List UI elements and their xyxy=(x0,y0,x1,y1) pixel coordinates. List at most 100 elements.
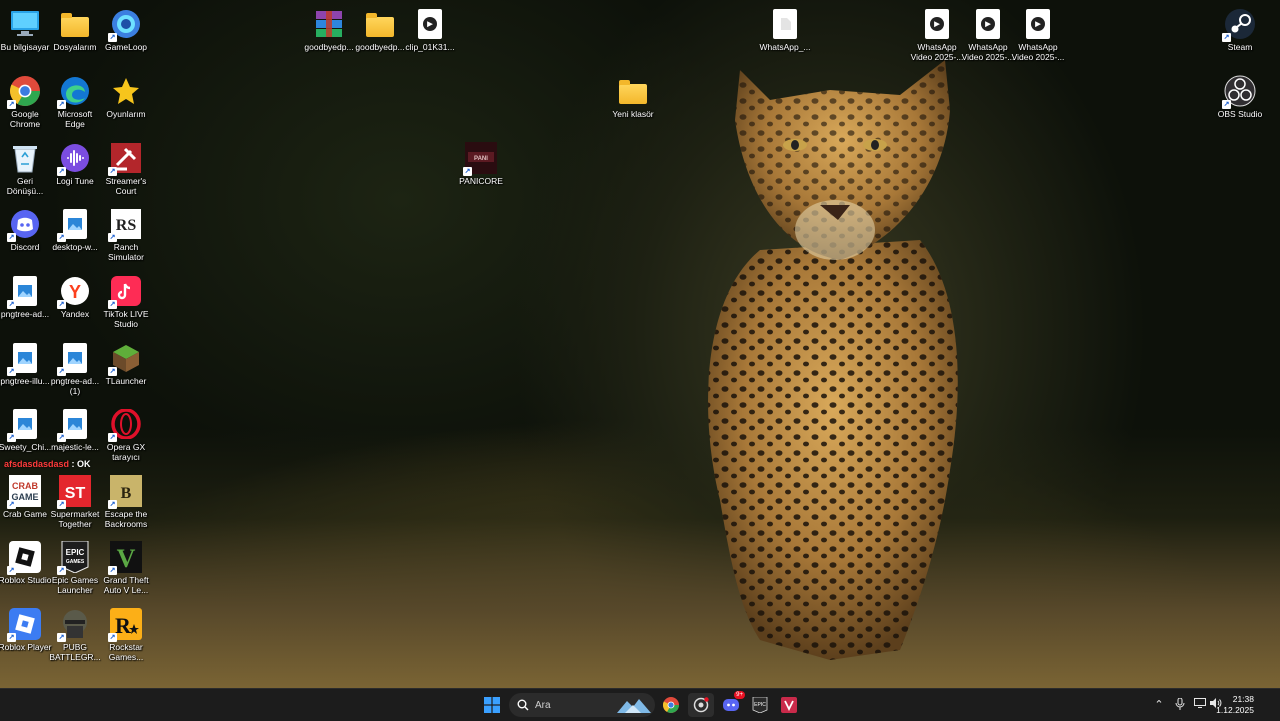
opera-gx-icon: ↗ xyxy=(108,408,142,442)
roblox-player-icon: ↗ xyxy=(7,608,41,642)
desktop-icon-panicore[interactable]: PANI ↗ PANICORE xyxy=(454,138,508,186)
desktop-icon-label: Steam xyxy=(1227,42,1253,52)
desktop-icon-label: Opera GX tarayıcı xyxy=(106,442,146,462)
shortcut-arrow-icon: ↗ xyxy=(7,433,16,442)
desktop-icon-wa-video-2[interactable]: ▶ WhatsApp Video 2025-... xyxy=(961,4,1015,62)
desktop-icon-label: Yandex xyxy=(60,309,90,319)
start-button[interactable] xyxy=(479,693,505,717)
shortcut-arrow-icon: ↗ xyxy=(108,433,117,442)
desktop-icon-label: OBS Studio xyxy=(1217,109,1263,119)
desktop-icon-steam[interactable]: ↗ Steam xyxy=(1213,4,1267,52)
desktop-icon-geri-donusum[interactable]: Geri Dönüşü... xyxy=(0,138,52,196)
desktop-icon-label: GameLoop xyxy=(104,42,148,52)
folder-icon xyxy=(617,75,649,107)
desktop-icon-wa-video-1[interactable]: ▶ WhatsApp Video 2025-... xyxy=(910,4,964,62)
tray-overflow-chevron-icon[interactable]: ⌃ xyxy=(1152,698,1166,712)
desktop-icon-ranch-simulator[interactable]: RS ↗ Ranch Simulator xyxy=(99,204,153,262)
desktop-icon-obs[interactable]: ↗ OBS Studio xyxy=(1213,71,1267,119)
shortcut-arrow-icon: ↗ xyxy=(7,633,16,642)
desktop-icon-edge[interactable]: ↗ Microsoft Edge xyxy=(48,71,102,129)
desktop-icon-pngtree-illu[interactable]: ↗ pngtree-illu... xyxy=(0,338,52,386)
desktop-icon-roblox-studio[interactable]: ↗ Roblox Studio xyxy=(0,537,52,585)
desktop-icon-desktop-w[interactable]: ↗ desktop-w... xyxy=(48,204,102,252)
overlay-status-text: afsdasdasdasd : OK xyxy=(4,459,91,469)
desktop-icon-supermarket[interactable]: ST ↗ Supermarket Together xyxy=(48,471,102,529)
desktop-icon-logi-tune[interactable]: ↗ Logi Tune xyxy=(48,138,102,186)
supermarket-icon: ST ↗ xyxy=(57,475,91,509)
desktop-icon-pngtree-ad[interactable]: ↗ pngtree-ad... xyxy=(0,271,52,319)
shortcut-arrow-icon: ↗ xyxy=(1222,33,1231,42)
desktop-icon-yandex[interactable]: Y ↗ Yandex xyxy=(48,271,102,319)
gta-icon: V ↗ xyxy=(108,541,142,575)
desktop-icon-pubg[interactable]: ↗ PUBG BATTLEGR... xyxy=(48,604,102,662)
desktop-icon-wa-video-3[interactable]: ▶ WhatsApp Video 2025-... xyxy=(1011,4,1065,62)
desktop-icon-label: Crab Game xyxy=(3,509,47,519)
desktop-icon-label: Ranch Simulator xyxy=(108,242,144,262)
desktop-icon-goodbyedp-1[interactable]: goodbyedp... xyxy=(302,4,356,52)
desktop-icon-tlauncher[interactable]: ↗ TLauncher xyxy=(99,338,153,386)
desktop-icon-escape-backrooms[interactable]: B ↗ Escape the Backrooms xyxy=(99,471,153,529)
taskbar-epic[interactable]: EPIC xyxy=(747,693,773,717)
desktop-icon-epic-games[interactable]: EPIC GAMES ↗ Epic Games Launcher xyxy=(48,537,102,595)
folder-icon xyxy=(59,8,91,40)
yandex-icon: Y ↗ xyxy=(57,275,91,309)
desktop-icon-streamers-court[interactable]: ↗ Streamer's Court xyxy=(99,138,153,196)
microphone-icon[interactable] xyxy=(1173,697,1187,712)
svg-text:PANI: PANI xyxy=(474,156,488,162)
desktop-icon-majestic-le[interactable]: ↗ majestic-le... xyxy=(48,404,102,452)
taskbar-search[interactable]: Ara xyxy=(509,693,655,717)
desktop-icon-opera-gx[interactable]: ↗ Opera GX tarayıcı xyxy=(99,404,153,462)
desktop-icon-discord[interactable]: ↗ Discord xyxy=(0,204,52,252)
desktop-icon-clip[interactable]: ▶ clip_01K31... xyxy=(403,4,457,52)
desktop-icon-roblox-player[interactable]: ↗ Roblox Player xyxy=(0,604,52,652)
desktop-icon-rockstar[interactable]: R ↗ Rockstar Games... xyxy=(99,604,153,662)
taskbar-discord[interactable]: 9+ xyxy=(718,691,745,717)
desktop-icon-oyunlarim[interactable]: Oyunlarım xyxy=(99,71,153,119)
image-file-icon: ↗ xyxy=(7,408,41,442)
svg-text:EPIC: EPIC xyxy=(754,702,766,708)
desktop-icon-tiktok-live[interactable]: ↗ TikTok LIVE Studio xyxy=(99,271,153,329)
edge-icon: ↗ xyxy=(57,75,91,109)
desktop-icon-crab-game[interactable]: CRAB GAME ↗ Crab Game xyxy=(0,471,52,519)
chrome-icon: ↗ xyxy=(7,75,41,109)
desktop-icon-pngtree-ad-1[interactable]: ↗ pngtree-ad... (1) xyxy=(48,338,102,396)
taskbar-clock[interactable]: 21:38 1.12.2025 xyxy=(1216,694,1254,716)
app-red-v-icon xyxy=(781,697,797,713)
star-icon xyxy=(110,75,142,107)
logi-tune-icon: ↗ xyxy=(57,142,91,176)
desktop-icon-label: Epic Games Launcher xyxy=(51,575,99,595)
taskbar: Ara 9+ EPIC ⌃ 21:38 1.12.2025 xyxy=(0,688,1280,721)
desktop-icon-label: Supermarket Together xyxy=(50,509,100,529)
video-file-icon: ▶ xyxy=(414,8,446,40)
desktop-icon-whatsapp-file[interactable]: WhatsApp_... xyxy=(758,4,812,52)
desktop-icon-gta-v[interactable]: V ↗ Grand Theft Auto V Le... xyxy=(99,537,153,595)
taskbar-app-2[interactable] xyxy=(688,693,714,717)
desktop-icon-label: Streamer's Court xyxy=(105,176,147,196)
desktop-icon-sweety-chi[interactable]: ↗ Sweety_Chi... xyxy=(0,404,52,452)
desktop-icon-dosyalarim[interactable]: Dosyalarım xyxy=(48,4,102,52)
shortcut-arrow-icon: ↗ xyxy=(7,566,16,575)
desktop-icon-yeni-klasor[interactable]: Yeni klasör xyxy=(606,71,660,119)
desktop-icon-gameloop[interactable]: ↗ GameLoop xyxy=(99,4,153,52)
desktop-icon-label: Bu bilgisayar xyxy=(0,42,50,52)
taskbar-chrome[interactable] xyxy=(658,693,684,717)
desktop-icon-chrome[interactable]: ↗ Google Chrome xyxy=(0,71,52,129)
desktop-icon-label: pngtree-ad... (1) xyxy=(50,376,100,396)
desktop-icon-label: Microsoft Edge xyxy=(57,109,93,129)
steam-icon: ↗ xyxy=(1222,8,1256,42)
shortcut-arrow-icon: ↗ xyxy=(108,367,117,376)
gameloop-icon: ↗ xyxy=(108,8,142,42)
epic-games-icon: EPIC GAMES ↗ xyxy=(57,541,91,575)
shortcut-arrow-icon: ↗ xyxy=(7,300,16,309)
network-icon[interactable] xyxy=(1193,698,1207,712)
ranch-simulator-icon: RS ↗ xyxy=(108,208,142,242)
image-file-icon: ↗ xyxy=(57,408,91,442)
desktop-icon-label: pngtree-ad... xyxy=(0,309,50,319)
desktop-icon-bu-bilgisayar[interactable]: Bu bilgisayar xyxy=(0,4,52,52)
desktop-icon-label: goodbyedp... xyxy=(355,42,405,52)
svg-text:B: B xyxy=(121,485,132,502)
taskbar-app-5[interactable] xyxy=(776,693,802,717)
shortcut-arrow-icon: ↗ xyxy=(108,500,117,509)
desktop-icon-label: PUBG BATTLEGR... xyxy=(49,642,101,662)
desktop-icon-goodbyedp-2[interactable]: goodbyedp... xyxy=(353,4,407,52)
